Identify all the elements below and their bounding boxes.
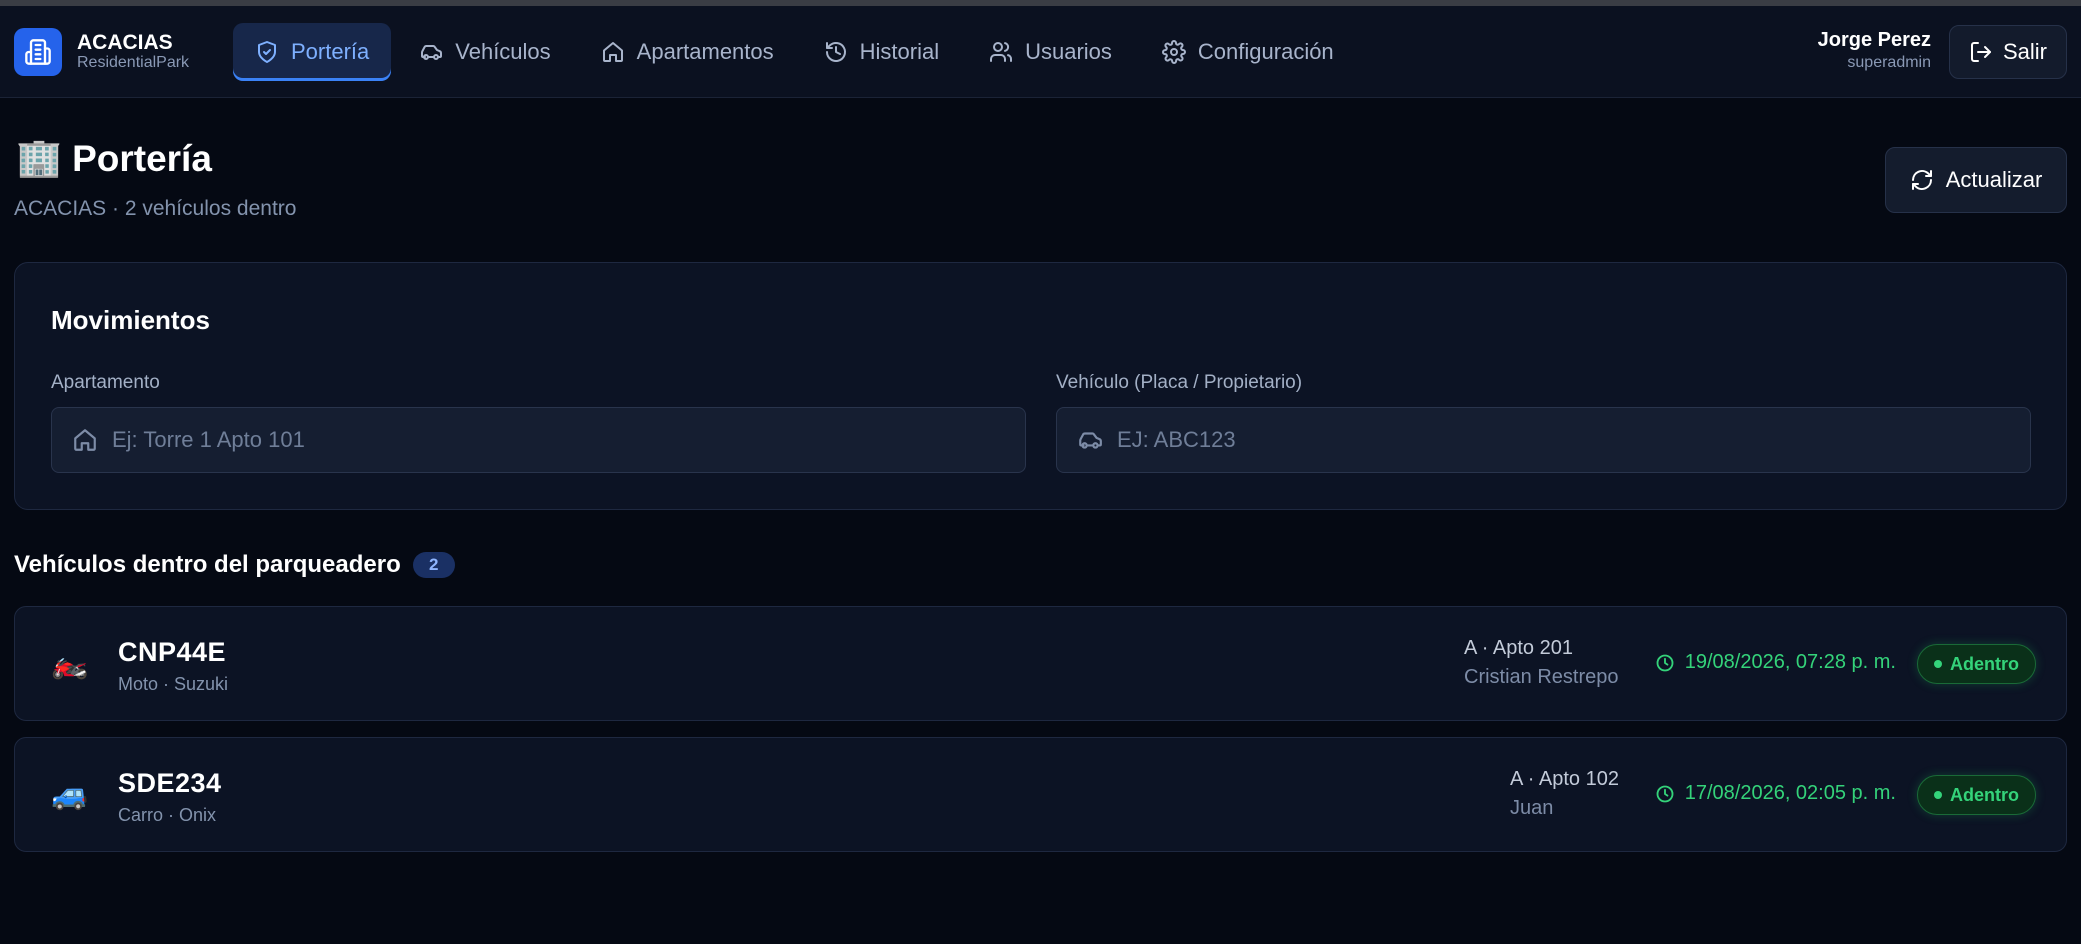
vehicle-label: Vehículo (Placa / Propietario) (1056, 372, 1303, 393)
vehicle-apartment: A · Apto 102 (1510, 768, 1619, 790)
main-nav: Portería Vehículos Apartamentos Historia… (233, 23, 1356, 81)
nav-item-label: Usuarios (1025, 39, 1112, 64)
car-icon (421, 44, 443, 60)
logout-icon (1970, 42, 1991, 62)
home-icon (602, 42, 623, 62)
brand-name: ACACIAS (77, 31, 173, 54)
nav-item-porteria[interactable]: Portería (233, 23, 392, 81)
building-icon (14, 28, 62, 76)
clock-icon (1656, 785, 1674, 802)
vehicle-apartment: A · Apto 201 (1464, 637, 1573, 659)
nav-item-vehiculos[interactable]: Vehículos (397, 23, 572, 81)
refresh-button[interactable]: Actualizar (1885, 147, 2067, 213)
apartment-field[interactable] (51, 407, 1026, 473)
apartment-input[interactable] (112, 427, 992, 453)
vehicle-type: Moto · Suzuki (118, 674, 229, 694)
vehicle-type: Carro · Onix (118, 805, 217, 825)
section-title-text: Vehículos dentro del parqueadero (14, 551, 401, 578)
movimientos-card: Movimientos Apartamento Vehículo (Placa … (14, 262, 2067, 510)
status-dot (1934, 791, 1942, 799)
status-badge: Adentro (1917, 775, 2036, 815)
nav-item-label: Configuración (1197, 39, 1334, 64)
nav-item-historial[interactable]: Historial (802, 23, 961, 81)
refresh-label: Actualizar (1945, 167, 2043, 192)
page-title-text: Portería (72, 137, 212, 179)
nav-item-label: Historial (859, 39, 940, 64)
page-title: 🏢 Portería (16, 137, 212, 180)
building-emoji-icon: 🏢 (16, 137, 63, 178)
vehicle-plate: SDE234 (118, 768, 222, 798)
brand[interactable]: ACACIAS ResidentialPark (14, 28, 189, 76)
nav-item-apartamentos[interactable]: Apartamentos (579, 23, 796, 81)
vehicle-owner: Cristian Restrepo (1464, 666, 1619, 688)
vehicle-input[interactable] (1117, 427, 1997, 453)
page-subtitle: ACACIAS · 2 vehículos dentro (14, 197, 297, 220)
shield-icon (258, 41, 276, 63)
motorcycle-icon: 🏍️ (51, 647, 89, 680)
nav-item-label: Portería (291, 39, 370, 64)
history-icon (825, 42, 846, 62)
gear-icon (1161, 40, 1186, 64)
vehicle-time: 17/08/2026, 02:05 p. m. (1655, 782, 1896, 805)
nav-item-label: Vehículos (455, 39, 551, 64)
top-navbar: ACACIAS ResidentialPark Portería Vehícul… (0, 6, 2081, 98)
vehicle-time-text: 17/08/2026, 02:05 p. m. (1684, 782, 1896, 804)
nav-item-usuarios[interactable]: Usuarios (967, 23, 1134, 81)
section-title: Vehículos dentro del parqueadero 2 (14, 551, 455, 579)
count-badge: 2 (412, 552, 455, 578)
status-badge: Adentro (1917, 644, 2036, 684)
brand-subtitle: ResidentialPark (77, 54, 190, 71)
nav-item-label: Apartamentos (636, 39, 774, 64)
nav-item-configuracion[interactable]: Configuración (1140, 23, 1356, 81)
user-role: superadmin (1847, 54, 1931, 71)
vehicle-row[interactable]: 🏍️ CNP44E Moto · Suzuki A · Apto 201 Cri… (14, 606, 2067, 721)
car-emoji-icon: 🚙 (51, 778, 89, 811)
vehicle-time-text: 19/08/2026, 07:28 p. m. (1684, 651, 1896, 673)
vehicle-field[interactable] (1056, 407, 2031, 473)
status-text: Adentro (1950, 784, 2019, 805)
car-icon (1079, 432, 1102, 449)
home-icon (74, 429, 96, 451)
users-icon (990, 42, 1013, 62)
user-name: Jorge Perez (1817, 29, 1931, 51)
refresh-icon (1911, 170, 1932, 190)
logout-label: Salir (2002, 39, 2047, 64)
user-info: Jorge Perez superadmin (1818, 28, 1931, 74)
apartment-label: Apartamento (51, 372, 160, 393)
vehicle-plate: CNP44E (118, 637, 227, 667)
vehicle-row[interactable]: 🚙 SDE234 Carro · Onix A · Apto 102 Juan … (14, 737, 2067, 852)
status-dot (1934, 660, 1942, 668)
movimientos-title: Movimientos (51, 305, 210, 335)
vehicle-time: 19/08/2026, 07:28 p. m. (1655, 651, 1896, 674)
vehicle-owner: Juan (1510, 797, 1554, 819)
logout-button[interactable]: Salir (1949, 25, 2067, 79)
clock-icon (1656, 654, 1674, 671)
status-text: Adentro (1950, 653, 2019, 674)
